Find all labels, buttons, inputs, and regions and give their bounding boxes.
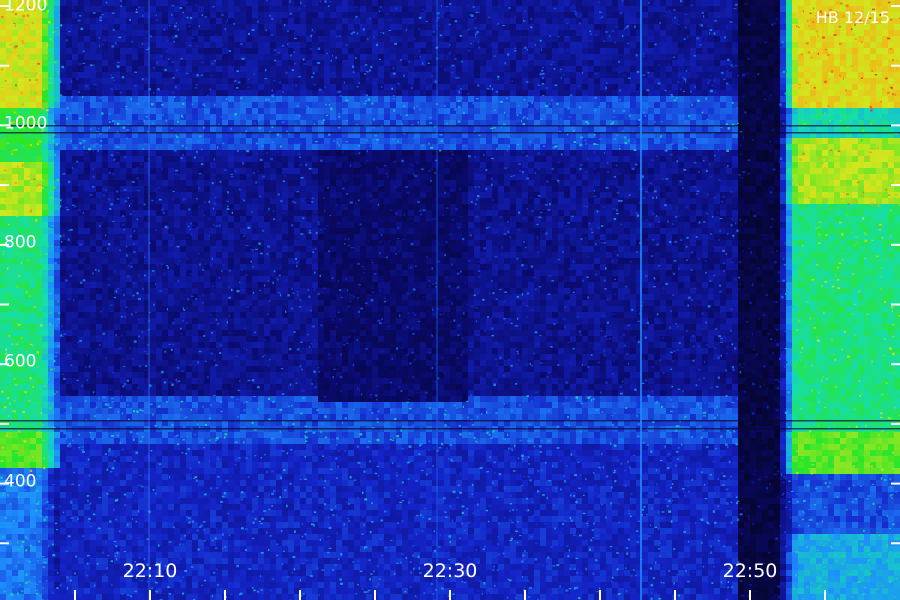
- spectrogram-plot: [0, 0, 900, 600]
- spectrogram-chart: 1200 1000 800 600 400 22:10 22:30 22:50 …: [0, 0, 900, 600]
